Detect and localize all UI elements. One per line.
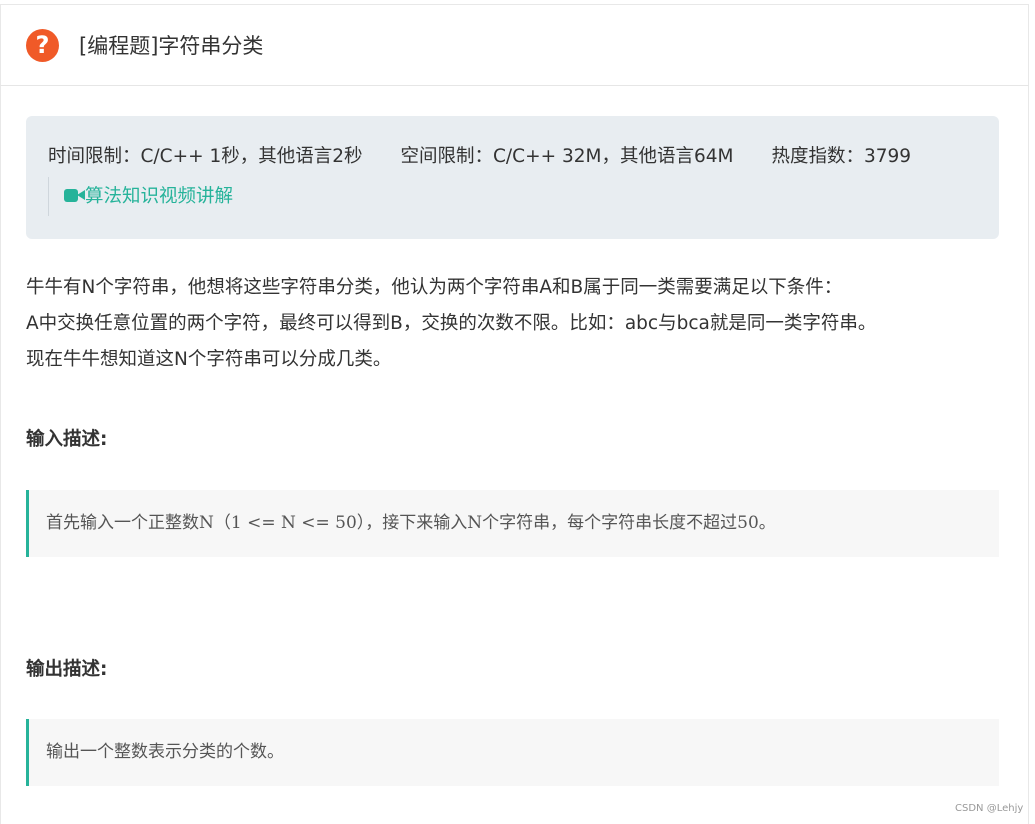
output-description-text: 输出一个整数表示分类的个数。: [46, 742, 284, 762]
video-lecture-label: 算法知识视频讲解: [85, 186, 234, 207]
heat-index: 热度指数：3799: [771, 146, 912, 167]
description-line: 现在牛牛想知道这N个字符串可以分成几类。: [26, 349, 392, 370]
description-line: A中交换任意位置的两个字符，最终可以得到B，交换的次数不限。比如：abc与bca…: [26, 313, 877, 334]
output-heading: 输出描述:: [26, 659, 108, 680]
problem-description: 牛牛有N个字符串，他想将这些字符串分类，他认为两个字符串A和B属于同一类需要满足…: [26, 270, 1016, 378]
space-limit: 空间限制：C/C++ 32M，其他语言64M: [400, 146, 734, 167]
problem-header: ? [编程题]字符串分类: [0, 4, 1029, 86]
video-lecture-link[interactable]: 算法知识视频讲解: [48, 177, 233, 216]
input-description-block: 首先输入一个正整数N（1 <= N <= 50），接下来输入N个字符串，每个字符…: [26, 490, 999, 557]
time-limit: 时间限制：C/C++ 1秒，其他语言2秒: [48, 146, 363, 167]
description-line: 牛牛有N个字符串，他想将这些字符串分类，他认为两个字符串A和B属于同一类需要满足…: [26, 277, 843, 298]
limits-row: 时间限制：C/C++ 1秒，其他语言2秒 空间限制：C/C++ 32M，其他语言6…: [48, 145, 911, 169]
problem-title: [编程题]字符串分类: [79, 34, 264, 58]
problem-page: ? [编程题]字符串分类 时间限制：C/C++ 1秒，其他语言2秒 空间限制：C/…: [0, 0, 1035, 824]
input-heading: 输入描述:: [26, 429, 108, 450]
watermark: CSDN @Lehjy: [955, 803, 1024, 814]
output-description-block: 输出一个整数表示分类的个数。: [26, 719, 999, 786]
question-mark-icon: ?: [26, 29, 59, 62]
video-camera-icon: [64, 188, 85, 202]
limits-panel: 时间限制：C/C++ 1秒，其他语言2秒 空间限制：C/C++ 32M，其他语言6…: [26, 116, 999, 239]
input-description-text: 首先输入一个正整数N（1 <= N <= 50），接下来输入N个字符串，每个字符…: [46, 513, 776, 533]
